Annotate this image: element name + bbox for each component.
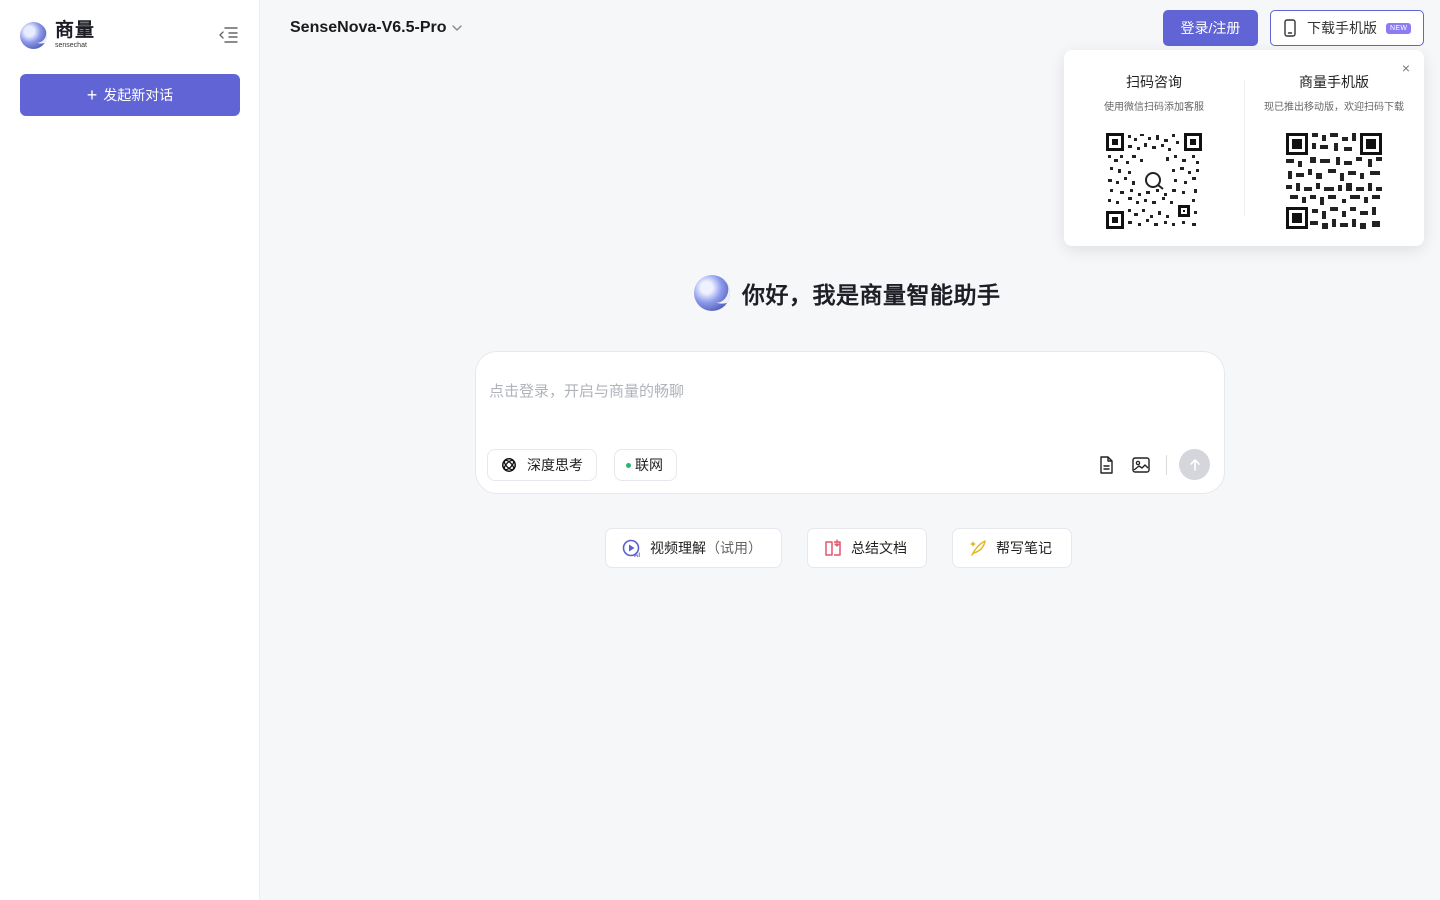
qr-mobile-desc: 现已推出移动版，欢迎扫码下载 bbox=[1264, 102, 1404, 113]
svg-text:AI: AI bbox=[634, 553, 640, 558]
suggestion-doc-label: 总结文档 bbox=[851, 540, 907, 556]
document-upload-icon[interactable] bbox=[1096, 455, 1116, 475]
quill-pen-icon bbox=[970, 540, 986, 556]
qr-mobile-title: 商量手机版 bbox=[1299, 74, 1369, 90]
model-selector[interactable]: SenseNova-V6.5-Pro bbox=[290, 18, 463, 38]
send-button[interactable] bbox=[1179, 449, 1210, 480]
new-chat-label: 发起新对话 bbox=[103, 87, 174, 103]
menu-collapse-icon bbox=[219, 27, 238, 43]
qr-consult: 扫码咨询 使用微信扫码添加客服 bbox=[1064, 72, 1244, 234]
chat-input-placeholder[interactable]: 点击登录，开启与商量的畅聊 bbox=[489, 380, 684, 401]
greeting: 你好，我是商量智能助手 bbox=[694, 274, 1001, 312]
assistant-logo-icon bbox=[694, 275, 730, 311]
toolbar-divider bbox=[1166, 455, 1167, 475]
qr-popup: × 扫码咨询 使用微信扫码添加客服 商量手机版 现已推出移动版，欢迎扫码下载 bbox=[1064, 50, 1424, 246]
download-label: 下载手机版 bbox=[1307, 20, 1377, 36]
sidebar-collapse-button[interactable] bbox=[216, 24, 240, 46]
download-mobile-button[interactable]: 下载手机版 NEW bbox=[1270, 10, 1424, 46]
qr-code-mobile-icon bbox=[1286, 133, 1382, 229]
sidebar: 商量 sensechat + 发起新对话 bbox=[0, 0, 260, 900]
qr-mobile: 商量手机版 现已推出移动版，欢迎扫码下载 bbox=[1244, 72, 1424, 234]
brand-text: 商量 sensechat bbox=[55, 21, 95, 49]
new-badge: NEW bbox=[1386, 22, 1412, 34]
deep-think-label: 深度思考 bbox=[527, 457, 583, 473]
book-icon bbox=[825, 539, 841, 556]
web-search-label: 联网 bbox=[635, 457, 663, 473]
qr-consult-desc: 使用微信扫码添加客服 bbox=[1104, 102, 1204, 113]
brand[interactable]: 商量 sensechat bbox=[20, 20, 95, 50]
suggestion-video-label: 视频理解 bbox=[650, 540, 706, 556]
phone-icon bbox=[1284, 19, 1296, 37]
deep-think-toggle[interactable]: 深度思考 bbox=[487, 449, 597, 481]
qr-consult-title: 扫码咨询 bbox=[1126, 74, 1182, 90]
brand-name: 商量 bbox=[55, 20, 96, 41]
suggestion-video-suffix: （试用） bbox=[706, 540, 762, 556]
web-search-toggle[interactable]: 联网 bbox=[614, 449, 677, 481]
deep-think-icon bbox=[502, 458, 516, 472]
suggestion-video-understanding[interactable]: AI 视频理解 （试用） bbox=[605, 528, 782, 568]
arrow-up-icon bbox=[1189, 458, 1200, 471]
login-label: 登录/注册 bbox=[1180, 20, 1241, 36]
chat-input-box[interactable]: 点击登录，开启与商量的畅聊 深度思考 联网 bbox=[475, 351, 1225, 494]
brand-logo-icon bbox=[20, 21, 47, 49]
online-status-dot bbox=[626, 462, 631, 468]
new-chat-button[interactable]: + 发起新对话 bbox=[20, 74, 240, 116]
plus-icon: + bbox=[86, 85, 98, 105]
suggestion-notes-label: 帮写笔记 bbox=[996, 540, 1052, 556]
suggestion-summarize-doc[interactable]: 总结文档 bbox=[807, 528, 927, 568]
image-upload-icon[interactable] bbox=[1131, 455, 1151, 475]
suggestion-write-notes[interactable]: 帮写笔记 bbox=[952, 528, 1072, 568]
chevron-down-icon bbox=[451, 25, 462, 31]
model-name: SenseNova-V6.5-Pro bbox=[290, 19, 447, 36]
qr-code-consult-icon bbox=[1106, 133, 1202, 229]
brand-subtitle: sensechat bbox=[55, 42, 87, 49]
video-ai-icon: AI bbox=[622, 539, 640, 558]
login-register-button[interactable]: 登录/注册 bbox=[1163, 10, 1258, 46]
greeting-text: 你好，我是商量智能助手 bbox=[742, 282, 1001, 308]
